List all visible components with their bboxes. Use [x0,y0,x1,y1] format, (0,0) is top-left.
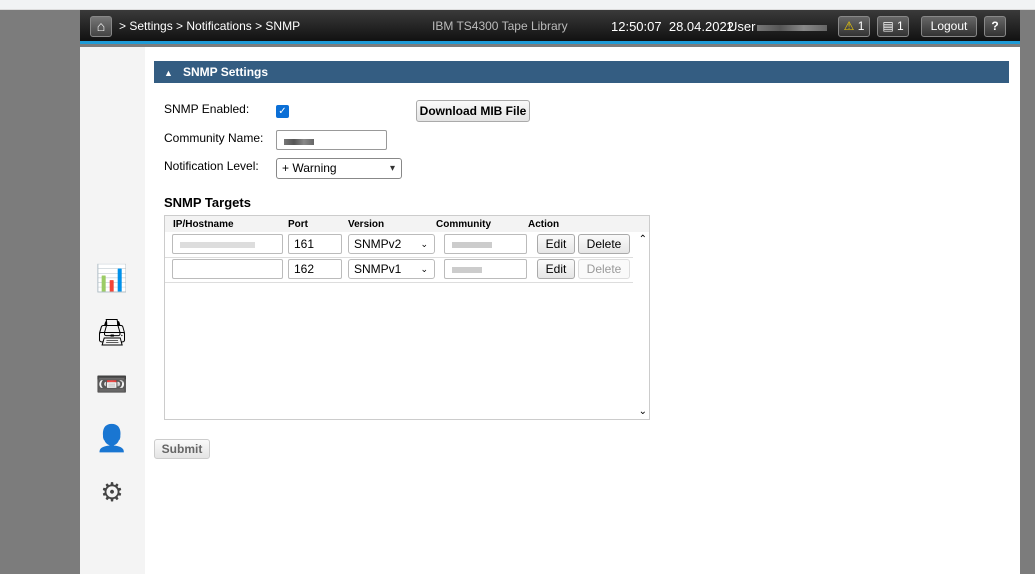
col-community: Community [436,219,491,230]
community-name-label: Community Name: [164,131,264,145]
settings-gears-icon[interactable]: ⚙ [92,477,132,513]
scroll-down-icon[interactable]: ⌄ [639,406,647,417]
user-label: User [728,19,756,34]
col-version: Version [348,219,385,230]
browser-strip [0,0,1035,10]
top-header: ⌂ > Settings > Notifications > SNMP IBM … [80,10,1020,44]
port-input[interactable]: 162 [288,259,342,279]
home-button[interactable]: ⌂ [90,16,112,37]
user-icon[interactable]: 👤 [92,423,132,459]
delete-button[interactable]: Delete [578,234,630,254]
main-content: ▲ SNMP Settings SNMP Enabled: ✓ Download… [145,47,1020,574]
date: 28.04.2022 [668,19,734,34]
notification-level-select[interactable]: + Warning ▾ [276,158,402,179]
monitoring-icon[interactable]: 📊 [92,263,132,299]
chevron-down-icon: ▾ [389,163,395,174]
chevron-down-icon: ⌄ [420,264,428,274]
tasks-button[interactable]: ▤ 1 [877,16,909,37]
clock: 12:50:07 28.04.2022 [611,19,734,34]
home-icon: ⌂ [96,18,106,34]
ip-input[interactable] [172,234,283,254]
warning-icon: ⚠ [843,19,855,33]
notification-level-value: + Warning [282,161,337,175]
blurred-value [452,266,482,273]
library-drive-icon[interactable]: 🖨 [92,317,132,353]
col-ip: IP/Hostname [173,219,234,230]
logout-button[interactable]: Logout [921,16,977,37]
snmp-settings-header[interactable]: ▲ SNMP Settings [154,61,1009,83]
blurred-value [284,138,314,145]
submit-button[interactable]: Submit [154,439,210,459]
port-input[interactable]: 161 [288,234,342,254]
alerts-count: 1 [857,19,865,33]
document-icon: ▤ [882,19,894,33]
snmp-targets-title: SNMP Targets [164,195,251,210]
notification-level-label: Notification Level: [164,159,259,173]
user-info: User [728,19,828,34]
snmp-enabled-checkbox[interactable]: ✓ [276,105,289,118]
snmp-targets-table: IP/Hostname Port Version Community Actio… [164,215,650,420]
breadcrumb[interactable]: > Settings > Notifications > SNMP [119,19,300,33]
tasks-count: 1 [897,19,904,33]
version-select[interactable]: SNMPv2 ⌄ [348,234,435,254]
col-action: Action [528,219,560,230]
alerts-button[interactable]: ⚠ 1 [838,16,870,37]
right-margin [1020,10,1035,574]
app-title: IBM TS4300 Tape Library [432,19,568,33]
ip-input[interactable] [172,259,283,279]
version-value: SNMPv1 [354,262,402,276]
col-port: Port [288,219,308,230]
download-mib-button[interactable]: Download MIB File [416,100,530,122]
edit-button[interactable]: Edit [537,259,575,279]
delete-button-disabled: Delete [578,259,630,279]
blurred-value [452,241,492,248]
sidebar: 📊 🖨 📼 👤 ⚙ [80,47,145,574]
table-header [165,216,649,232]
time: 12:50:07 [611,19,662,34]
panel-title: SNMP Settings [182,65,269,79]
version-value: SNMPv2 [354,237,402,251]
tape-cartridge-icon[interactable]: 📼 [92,369,132,405]
scroll-up-icon[interactable]: ⌃ [639,234,647,245]
snmp-enabled-label: SNMP Enabled: [164,102,250,116]
version-select[interactable]: SNMPv1 ⌄ [348,259,435,279]
row-divider [165,282,633,283]
chevron-down-icon: ⌄ [420,239,428,249]
community-name-input[interactable] [276,130,387,150]
community-input[interactable] [444,234,527,254]
user-name-blurred [757,24,828,31]
community-input[interactable] [444,259,527,279]
blurred-value [180,241,255,248]
help-button[interactable]: ? [984,16,1006,37]
edit-button[interactable]: Edit [537,234,575,254]
row-divider [165,257,633,258]
collapse-icon: ▲ [164,68,173,78]
